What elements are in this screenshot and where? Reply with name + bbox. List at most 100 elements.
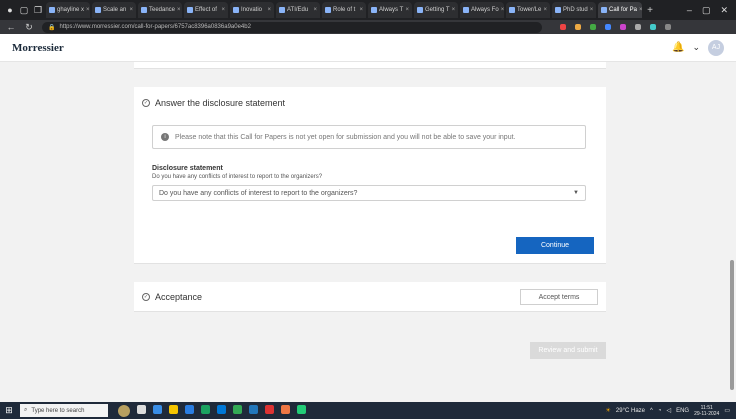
favicon-icon [601,7,607,13]
chevron-down-icon[interactable]: ⌄ [692,42,700,53]
scrollbar-thumb[interactable] [730,260,734,390]
continue-button[interactable]: Continue [516,237,594,254]
tab-label: Role of t [333,7,356,13]
mail-icon[interactable] [185,404,194,414]
disclosure-select[interactable]: Do you have any conflicts of interest to… [152,185,586,201]
notification-icon[interactable]: ▭ [724,407,730,414]
tab-label: Inovatio [241,7,263,13]
close-tab-icon[interactable]: × [501,7,504,13]
browser-tab[interactable]: Scale an × [92,2,136,18]
browser-tab[interactable]: Getting T × [414,2,458,18]
maximize-icon[interactable]: ▢ [702,5,711,16]
browser-tab[interactable]: Teedance × [138,2,182,18]
minimize-icon[interactable]: – [687,5,692,16]
notice-banner: i Please note that this Call for Papers … [152,125,586,149]
teams-icon[interactable] [217,404,226,414]
file-explorer-icon[interactable] [169,404,178,414]
avatar[interactable]: AJ [708,39,724,56]
close-window-icon[interactable]: ✕ [720,5,728,16]
bell-icon[interactable]: 🔔 [672,42,684,53]
acceptance-section: ✓ Acceptance Accept terms [134,282,606,312]
close-tab-icon[interactable]: × [452,7,456,13]
url-text: https://www.morressier.com/call-for-pape… [59,24,251,30]
tray-arrow-icon[interactable]: ^ [650,408,653,414]
extensions-area [560,24,671,30]
taskbar-search[interactable]: ⌕ Type here to search [20,404,108,417]
browser-tab[interactable]: Tower/Le × [506,2,550,18]
close-tab-icon[interactable]: × [313,7,317,13]
scrollbar[interactable] [728,62,736,402]
app-icon[interactable] [281,404,290,414]
extension-icon[interactable] [635,24,641,30]
favicon-icon [371,7,377,13]
reload-icon[interactable]: ↻ [24,22,34,33]
browser-tab[interactable]: Effect of × [184,2,228,18]
search-icon: ⌕ [24,407,28,413]
extension-icon[interactable] [605,24,611,30]
browser-tab[interactable]: Inovatio × [230,2,274,18]
browser-tab[interactable]: Always Fo × [460,2,504,18]
task-view-icon[interactable] [137,404,146,414]
windows-start-icon[interactable]: ⊞ [4,405,14,416]
extension-icon[interactable] [560,24,566,30]
browser-tab[interactable]: ghayline x × [46,2,90,18]
tab-label: Call for Pa [609,7,638,13]
weather-text[interactable]: 29°C Haze [616,408,645,414]
disclosure-section: ✓ Answer the disclosure statement i Plea… [134,87,606,264]
close-tab-icon[interactable]: × [639,7,642,13]
extension-icon[interactable] [620,24,626,30]
new-tab-button[interactable]: + [644,5,656,16]
logo[interactable]: Morressier [12,42,64,54]
main-content: ✓ Answer the disclosure statement i Plea… [0,62,736,402]
check-circle-icon: ✓ [142,293,150,301]
notice-text: Please note that this Call for Papers is… [175,133,516,141]
browser-tab[interactable]: PhD stud × [552,2,596,18]
favicon-icon [95,7,101,13]
extension-icon[interactable] [575,24,581,30]
close-tab-icon[interactable]: × [543,7,547,13]
back-icon[interactable]: ← [6,22,16,32]
close-tab-icon[interactable]: × [221,7,225,13]
cortana-icon[interactable] [118,404,130,417]
browser-menu-icon[interactable]: ● [4,4,16,16]
clock[interactable]: 11:51 29-11-2024 [694,405,719,417]
review-submit-button[interactable]: Review and submit [530,342,606,359]
close-tab-icon[interactable]: × [359,7,363,13]
close-tab-icon[interactable]: × [267,7,271,13]
volume-icon[interactable]: ◁ [666,407,671,414]
favicon-icon [555,7,561,13]
chrome-icon[interactable] [201,404,210,414]
profile-icon[interactable] [665,24,671,30]
tab-label: Scale an [103,7,127,13]
extension-icon[interactable] [590,24,596,30]
close-tab-icon[interactable]: × [405,7,409,13]
tab-label: Tower/Le [517,7,542,13]
extension-icon[interactable] [650,24,656,30]
browser-tab[interactable]: Always T × [368,2,412,18]
browser-tab[interactable]: Call for Pa × [598,2,642,18]
app-icon[interactable] [297,404,306,414]
tab-overview-icon[interactable]: ❐ [32,4,44,16]
browser-tab[interactable]: Role of t × [322,2,366,18]
close-tab-icon[interactable]: × [129,7,133,13]
url-field[interactable]: 🔒 https://www.morressier.com/call-for-pa… [42,21,542,33]
lang-indicator[interactable]: ENG [676,408,689,414]
close-tab-icon[interactable]: × [86,7,90,13]
app-icon[interactable] [249,404,258,414]
address-bar-row: ← ↻ 🔒 https://www.morressier.com/call-fo… [0,20,736,34]
acceptance-title: Acceptance [155,292,203,302]
favicon-icon [141,7,147,13]
accept-terms-button[interactable]: Accept terms [520,289,598,305]
favicon-icon [49,7,55,13]
lock-icon: 🔒 [48,24,56,31]
network-icon[interactable]: ◔ [658,408,662,414]
system-tray: ☀ 29°C Haze ^ ◔ ◁ ENG 11:51 29-11-2024 ▭ [606,405,736,417]
close-tab-icon[interactable]: × [590,7,594,13]
weather-icon: ☀ [605,408,611,414]
tab-actions-icon[interactable]: ▢ [18,4,30,16]
app-icon[interactable] [233,404,242,414]
edge-icon[interactable] [153,404,162,414]
close-tab-icon[interactable]: × [177,7,181,13]
app-icon[interactable] [265,404,274,414]
browser-tab[interactable]: ATI/Edu × [276,2,320,18]
